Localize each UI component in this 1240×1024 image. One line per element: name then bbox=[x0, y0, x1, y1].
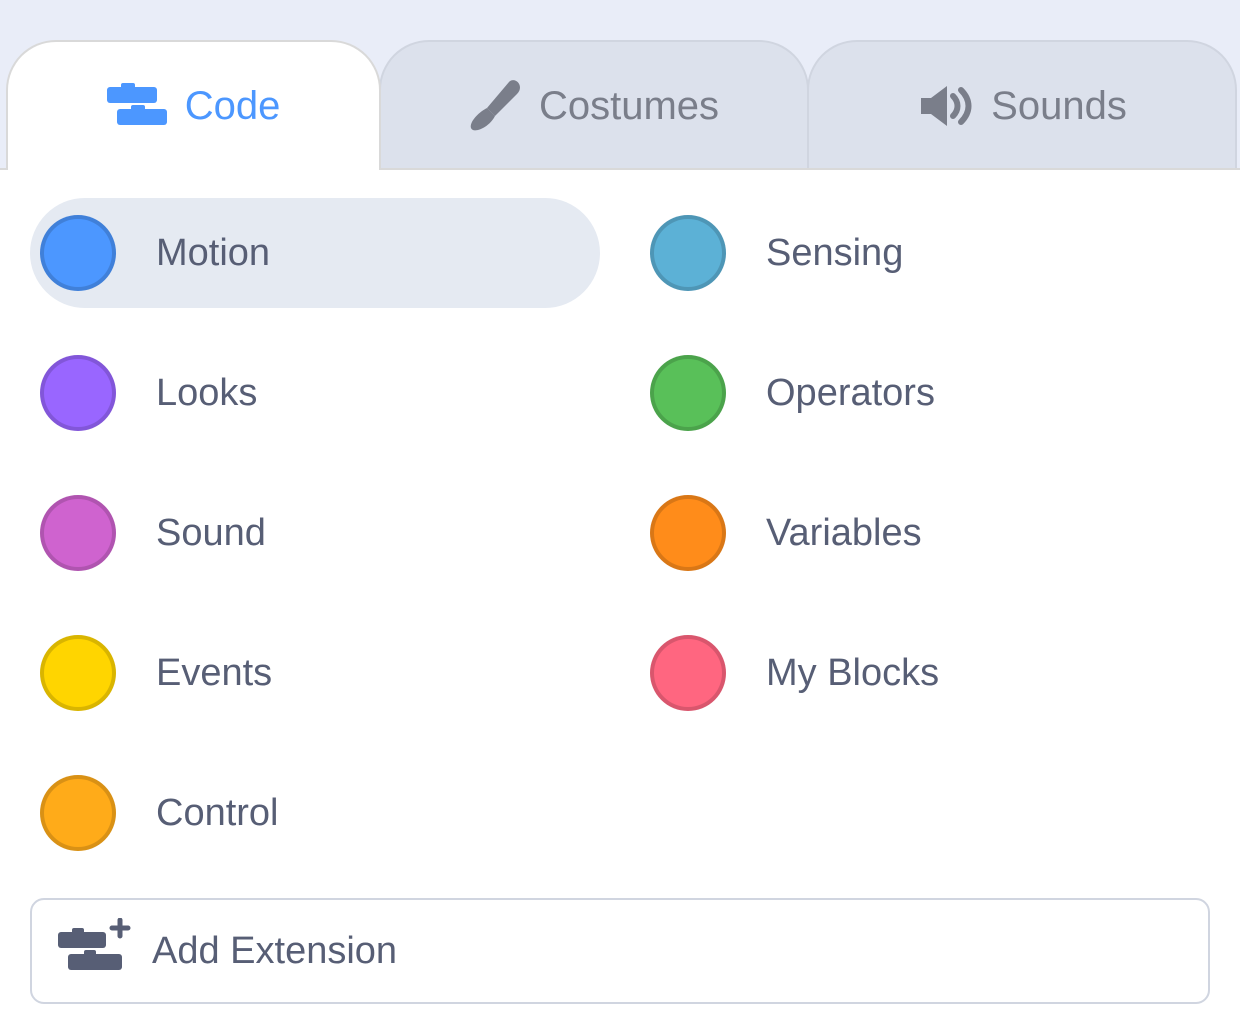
sound-color-swatch bbox=[40, 495, 116, 571]
sensing-color-swatch bbox=[650, 215, 726, 291]
operators-color-swatch bbox=[650, 355, 726, 431]
category-empty bbox=[640, 758, 1210, 868]
tab-bar: Code Costumes Sounds bbox=[0, 0, 1240, 170]
tab-costumes-label: Costumes bbox=[539, 84, 719, 129]
category-label: Operators bbox=[766, 372, 935, 415]
category-label: Looks bbox=[156, 372, 257, 415]
category-events[interactable]: Events bbox=[30, 618, 600, 728]
tab-costumes[interactable]: Costumes bbox=[379, 40, 809, 170]
code-panel: Motion Sensing Looks Operators Sound Var… bbox=[0, 168, 1240, 1024]
category-variables[interactable]: Variables bbox=[640, 478, 1210, 588]
tab-sounds[interactable]: Sounds bbox=[807, 40, 1237, 170]
control-color-swatch bbox=[40, 775, 116, 851]
category-my-blocks[interactable]: My Blocks bbox=[640, 618, 1210, 728]
tab-sounds-label: Sounds bbox=[991, 84, 1127, 129]
looks-color-swatch bbox=[40, 355, 116, 431]
category-label: Sensing bbox=[766, 232, 903, 275]
paintbrush-icon bbox=[469, 78, 521, 134]
category-label: Events bbox=[156, 652, 272, 695]
code-blocks-icon bbox=[107, 83, 167, 129]
speaker-icon bbox=[917, 82, 973, 130]
category-label: Sound bbox=[156, 512, 266, 555]
add-extension-button[interactable]: Add Extension bbox=[30, 898, 1210, 1004]
category-grid: Motion Sensing Looks Operators Sound Var… bbox=[30, 198, 1210, 868]
motion-color-swatch bbox=[40, 215, 116, 291]
add-extension-label: Add Extension bbox=[152, 930, 397, 973]
events-color-swatch bbox=[40, 635, 116, 711]
category-control[interactable]: Control bbox=[30, 758, 600, 868]
tab-code-label: Code bbox=[185, 84, 281, 129]
category-sensing[interactable]: Sensing bbox=[640, 198, 1210, 308]
category-sound[interactable]: Sound bbox=[30, 478, 600, 588]
category-label: My Blocks bbox=[766, 652, 939, 695]
tab-code[interactable]: Code bbox=[6, 40, 381, 170]
category-operators[interactable]: Operators bbox=[640, 338, 1210, 448]
my-blocks-color-swatch bbox=[650, 635, 726, 711]
variables-color-swatch bbox=[650, 495, 726, 571]
category-motion[interactable]: Motion bbox=[30, 198, 600, 308]
category-label: Motion bbox=[156, 232, 270, 275]
add-extension-icon bbox=[54, 918, 134, 984]
category-label: Variables bbox=[766, 512, 922, 555]
category-label: Control bbox=[156, 792, 279, 835]
category-looks[interactable]: Looks bbox=[30, 338, 600, 448]
